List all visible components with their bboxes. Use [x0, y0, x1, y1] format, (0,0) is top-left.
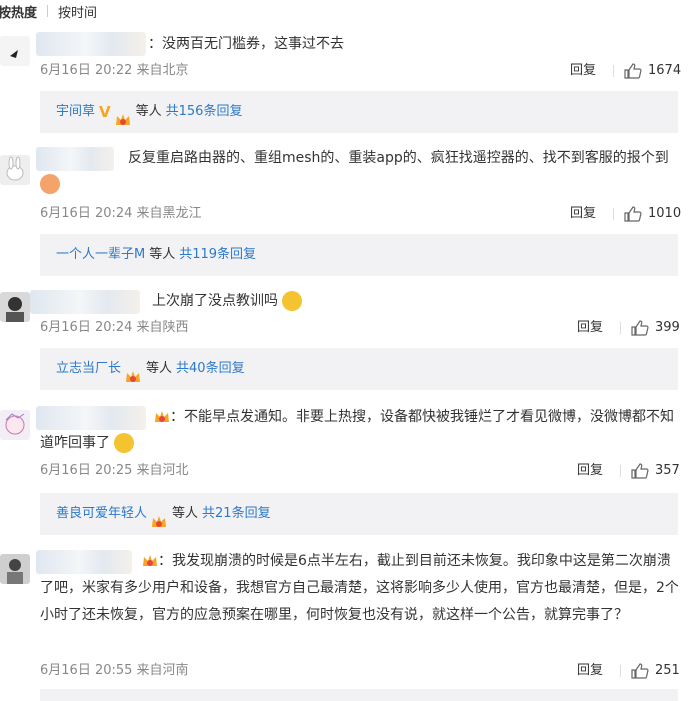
sort-by-hot[interactable]: 按热度: [0, 2, 37, 21]
crown-badge-icon: [124, 361, 142, 382]
avatar-image: [7, 559, 23, 584]
emoji-icon: [114, 433, 135, 453]
username-blurred[interactable]: [36, 32, 146, 56]
like-count: 1010: [648, 206, 682, 221]
like-button[interactable]: 1674: [624, 61, 681, 81]
crown-badge-icon: [150, 506, 168, 527]
comment-time: 6月16日 20:55 来自河南: [40, 663, 189, 678]
comment-text: ：不能早点发通知。非要上热搜，设备都快被我锤烂了才看见微博，没微博都不知道咋回事…: [40, 409, 674, 453]
reply-others: 等人: [135, 104, 162, 119]
divider: [620, 322, 621, 334]
like-count: 251: [655, 663, 680, 678]
reply-count[interactable]: 共21条回复: [202, 493, 271, 535]
reply-user[interactable]: 一个人一辈子M: [56, 234, 145, 276]
reply-others: 等人: [172, 506, 199, 521]
comment-text: 上次崩了没点教训吗: [152, 288, 698, 314]
reply-user[interactable]: 立志当厂长: [56, 348, 121, 390]
divider: [613, 208, 614, 220]
sort-bar: 按热度 按时间: [0, 0, 97, 22]
reply-user[interactable]: 宇间草: [56, 91, 95, 133]
divider: [613, 65, 614, 77]
thumbs-up-icon: [631, 463, 649, 479]
reply-button[interactable]: 回复: [570, 204, 596, 224]
avatar[interactable]: [0, 554, 30, 584]
avatar[interactable]: [0, 410, 30, 440]
avatar-image: [10, 50, 18, 58]
reply-summary[interactable]: 善良可爱年轻人 等人 共21条回复: [40, 493, 678, 535]
avatar-image: [6, 297, 24, 322]
like-button[interactable]: 251: [631, 661, 680, 681]
username-blurred[interactable]: [30, 290, 140, 314]
comment-time: 6月16日 20:22 来自北京: [40, 63, 189, 78]
v-badge-icon: V: [99, 103, 111, 121]
reply-others: 等人: [146, 361, 173, 376]
reply-count[interactable]: 共40条回复: [176, 348, 245, 390]
reply-button[interactable]: 回复: [577, 318, 603, 338]
crown-badge-icon: [114, 104, 132, 125]
comment-time: 6月16日 20:24 来自陕西: [40, 320, 189, 335]
avatar-image: [6, 156, 24, 181]
divider: [620, 665, 621, 677]
comment-meta: 6月16日 20:24 来自黑龙江 回复 1010: [40, 204, 681, 224]
divider: [620, 465, 621, 477]
emoji-icon: [282, 291, 303, 311]
thumbs-up-icon: [631, 320, 649, 336]
thumbs-up-icon: [631, 663, 649, 679]
like-count: 399: [655, 320, 680, 335]
thumbs-up-icon: [624, 206, 642, 222]
like-button[interactable]: 1010: [624, 204, 681, 224]
comment-time: 6月16日 20:25 来自河北: [40, 463, 189, 478]
sort-divider: [47, 5, 49, 17]
comment-text: ：我发现崩溃的时候是6点半左右，截止到目前还未恢复。我印象中这是第二次崩溃了吧，…: [40, 553, 679, 623]
comment-meta: 6月16日 20:55 来自河南 回复 251: [40, 661, 680, 681]
reply-user[interactable]: 善良可爱年轻人: [56, 493, 147, 535]
like-count: 1674: [648, 63, 682, 78]
thumbs-up-icon: [624, 63, 642, 79]
reply-summary[interactable]: [40, 689, 678, 701]
like-count: 357: [655, 463, 680, 478]
comment-meta: 6月16日 20:22 来自北京 回复 1674: [40, 61, 681, 81]
reply-button[interactable]: 回复: [570, 61, 596, 81]
like-button[interactable]: 399: [631, 318, 680, 338]
avatar[interactable]: [0, 36, 30, 66]
reply-count[interactable]: 共156条回复: [166, 91, 243, 133]
comment-meta: 6月16日 20:24 来自陕西 回复 399: [40, 318, 680, 338]
avatar[interactable]: [0, 155, 30, 185]
reply-summary[interactable]: 立志当厂长 等人 共40条回复: [40, 348, 678, 390]
reply-button[interactable]: 回复: [577, 661, 603, 681]
comment-text: 反复重启路由器的、重组mesh的、重装app的、疯狂找遥控器的、找不到客服的报个…: [40, 145, 680, 197]
sort-by-time[interactable]: 按时间: [58, 2, 97, 21]
emoji-icon: [40, 174, 60, 194]
reply-others: 等人: [149, 247, 176, 262]
avatar-image: [5, 413, 25, 435]
like-button[interactable]: 357: [631, 461, 680, 481]
comment-meta: 6月16日 20:25 来自河北 回复 357: [40, 461, 680, 481]
avatar[interactable]: [0, 292, 30, 322]
reply-button[interactable]: 回复: [577, 461, 603, 481]
reply-summary[interactable]: 宇间草 V 等人 共156条回复: [40, 91, 678, 133]
reply-summary[interactable]: 一个人一辈子M 等人 共119条回复: [40, 234, 678, 276]
comment-time: 6月16日 20:24 来自黑龙江: [40, 206, 202, 221]
reply-count[interactable]: 共119条回复: [179, 234, 256, 276]
comment-text: ：没两百无门槛券，这事过不去: [148, 36, 344, 52]
